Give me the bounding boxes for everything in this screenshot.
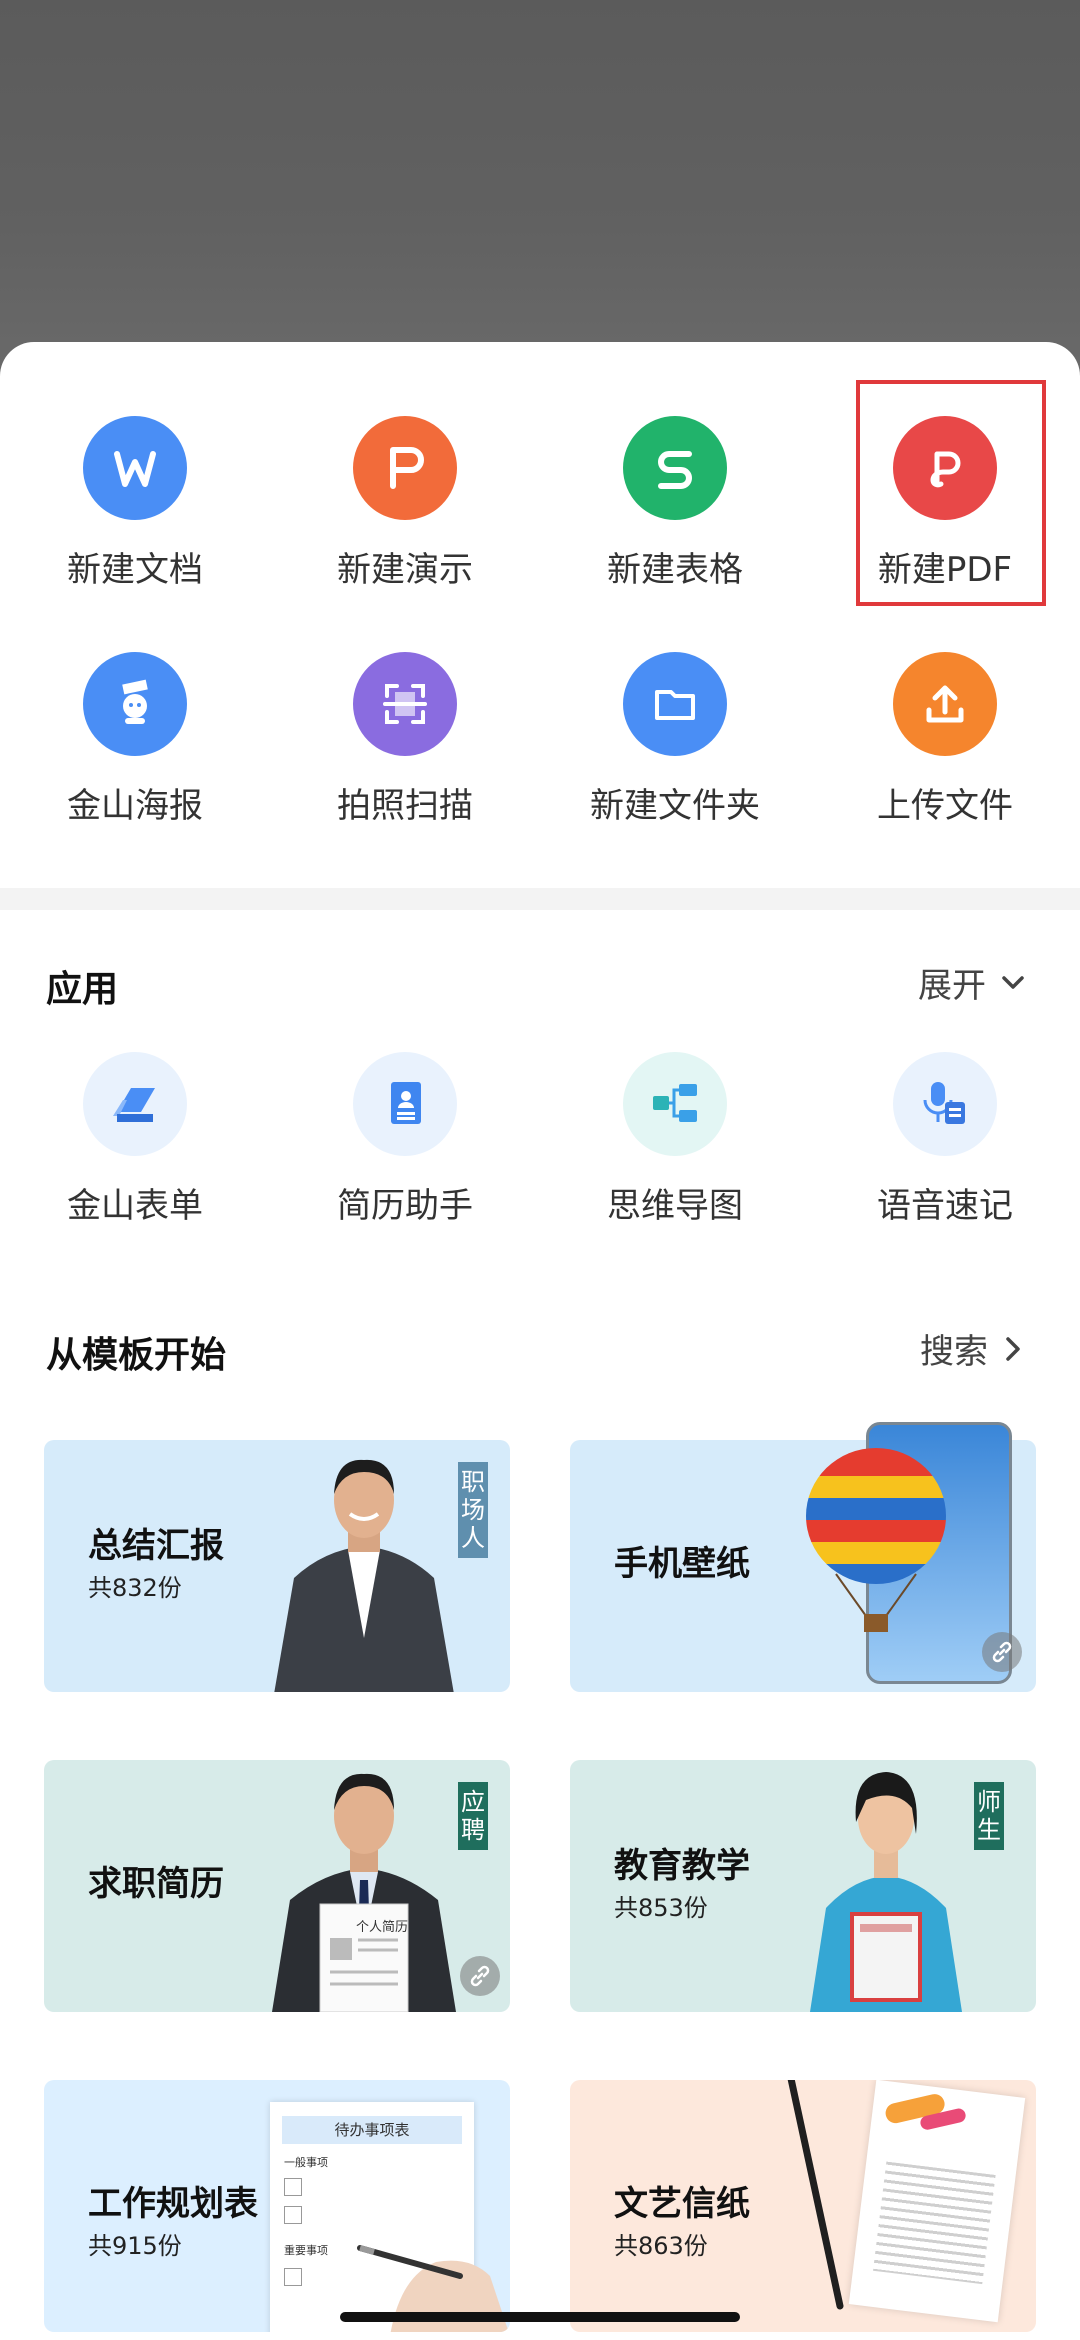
new-presentation-button[interactable]: 新建演示 (270, 416, 540, 591)
poster-button[interactable]: 金山海报 (0, 652, 270, 827)
template-card-wallpaper[interactable]: 手机壁纸 (570, 1422, 1036, 1692)
card-count: 共915份 (88, 2232, 182, 2260)
new-spreadsheet-button[interactable]: 新建表格 (540, 416, 810, 591)
card-title: 教育教学 (614, 1846, 750, 1886)
new-folder-button[interactable]: 新建文件夹 (540, 652, 810, 827)
new-document-button[interactable]: 新建文档 (0, 416, 270, 591)
app-mindmap-label: 思维导图 (607, 1186, 743, 1226)
app-form-label: 金山表单 (67, 1186, 203, 1226)
expand-button[interactable]: 展开 (918, 958, 1030, 1007)
checkbox-icon (284, 2268, 302, 2286)
scan-button[interactable]: 拍照扫描 (270, 652, 540, 827)
card-tag: 应聘 (458, 1782, 488, 1850)
new-document-label: 新建文档 (67, 550, 203, 590)
card-title: 文艺信纸 (614, 2184, 750, 2224)
dimmed-background[interactable] (0, 0, 1080, 380)
apps-section-title: 应用 (46, 969, 119, 1010)
upload-file-button[interactable]: 上传文件 (810, 652, 1080, 827)
new-presentation-label: 新建演示 (337, 550, 473, 590)
letter-paper-image (848, 2080, 1026, 2323)
card-title: 工作规划表 (88, 2184, 258, 2224)
app-mindmap[interactable]: 思维导图 (540, 1052, 810, 1227)
home-indicator[interactable] (340, 2312, 740, 2322)
card-title: 手机壁纸 (614, 1544, 750, 1584)
word-icon (83, 416, 187, 520)
job-seeker-image (272, 1773, 456, 2012)
quick-actions-row-2: 金山海报 拍照扫描 新建文件夹 上传文件 (0, 652, 1080, 827)
todo-heading: 待办事项表 (282, 2116, 462, 2144)
template-card-letter-paper[interactable]: 文艺信纸 共863份 (570, 2080, 1036, 2332)
link-icon (982, 1632, 1022, 1672)
new-spreadsheet-label: 新建表格 (607, 550, 743, 590)
template-card-education[interactable]: 教育教学 共853份 师生 (570, 1760, 1036, 2012)
apps-row: 金山表单 简历助手 思维导图 语音速记 (0, 1052, 1080, 1227)
businessman-image (274, 1459, 454, 1692)
voice-note-icon (893, 1052, 997, 1156)
card-count: 共832份 (88, 1574, 182, 1602)
section-divider (0, 888, 1080, 910)
presentation-icon (353, 416, 457, 520)
folder-icon (623, 652, 727, 756)
scan-label: 拍照扫描 (337, 786, 473, 826)
teacher-image (810, 1772, 962, 2012)
template-card-work-plan[interactable]: 工作规划表 共915份 待办事项表 一般事项 重要事项 (44, 2080, 510, 2332)
app-form[interactable]: 金山表单 (0, 1052, 270, 1227)
link-icon (460, 1956, 500, 1996)
mindmap-icon (623, 1052, 727, 1156)
search-label: 搜索 (920, 1332, 988, 1372)
scan-icon (353, 652, 457, 756)
card-tag: 师生 (974, 1782, 1004, 1850)
search-templates-button[interactable]: 搜索 (920, 1324, 1030, 1373)
resume-sheet-title: 个人简历 (355, 1920, 408, 1935)
card-title: 总结汇报 (88, 1526, 224, 1566)
card-tag: 职场人 (458, 1462, 488, 1558)
highlight-box (856, 380, 1046, 606)
upload-file-label: 上传文件 (877, 786, 1013, 826)
card-title: 求职简历 (88, 1864, 224, 1904)
hand-writing-image (357, 2245, 509, 2332)
app-resume-label: 简历助手 (337, 1186, 473, 1226)
upload-icon (893, 652, 997, 756)
checkbox-icon (284, 2178, 302, 2196)
templates-section-title: 从模板开始 (46, 1335, 227, 1376)
card-count: 共853份 (614, 1894, 708, 1922)
form-icon (83, 1052, 187, 1156)
template-card-resume[interactable]: 求职简历 个人简历 应聘 (44, 1760, 510, 2012)
poster-icon (83, 652, 187, 756)
app-voice-note-label: 语音速记 (877, 1186, 1013, 1226)
checkbox-icon (284, 2206, 302, 2224)
new-folder-label: 新建文件夹 (590, 786, 760, 826)
resume-icon (353, 1052, 457, 1156)
card-count: 共863份 (614, 2232, 708, 2260)
poster-label: 金山海报 (67, 786, 203, 826)
expand-label: 展开 (918, 966, 986, 1006)
pencil-image (787, 2080, 844, 2310)
spreadsheet-icon (623, 416, 727, 520)
chevron-right-icon (1006, 1336, 1020, 1361)
hot-air-balloon-image (806, 1448, 946, 1632)
template-card-summary[interactable]: 总结汇报 共832份 职场人 (44, 1440, 510, 1692)
app-voice-note[interactable]: 语音速记 (810, 1052, 1080, 1227)
app-resume[interactable]: 简历助手 (270, 1052, 540, 1227)
chevron-down-icon (1002, 975, 1024, 989)
